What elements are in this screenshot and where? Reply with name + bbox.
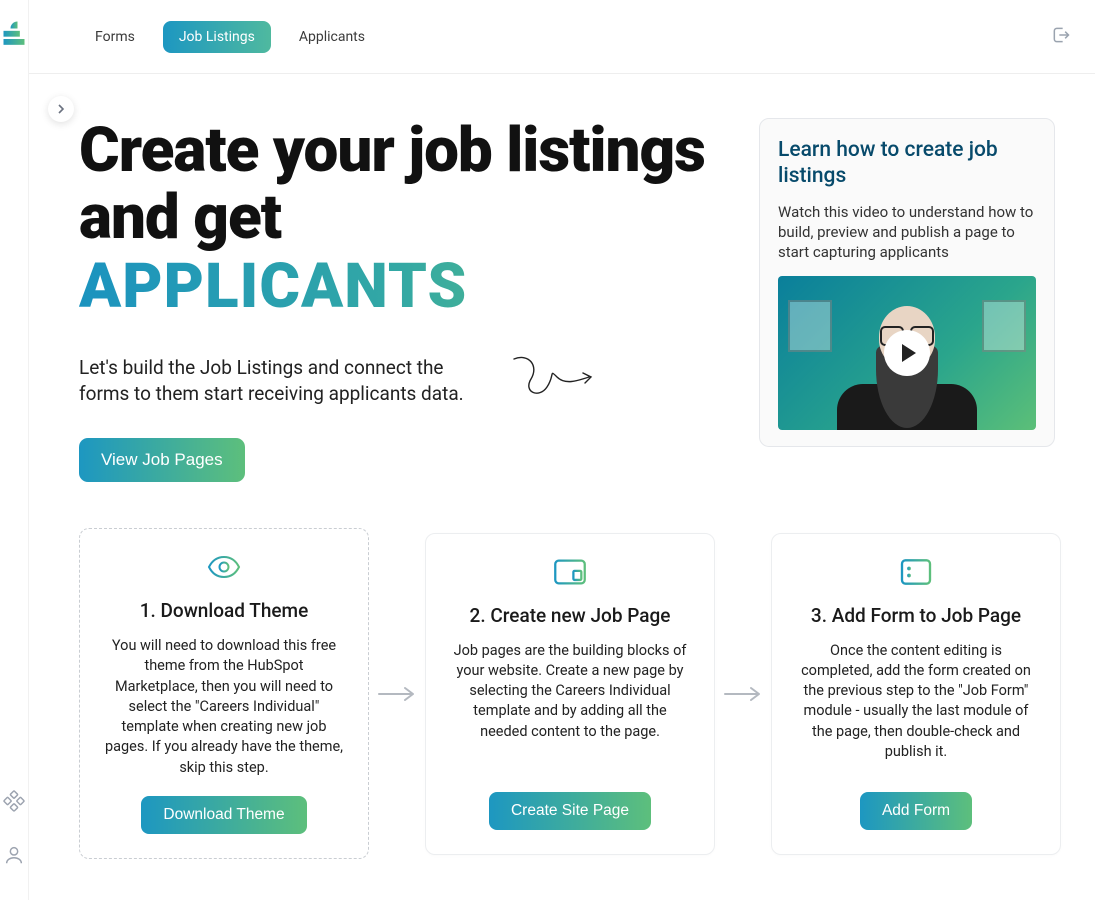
learn-card-text: Watch this video to understand how to bu… [778, 202, 1036, 263]
tab-job-listings[interactable]: Job Listings [163, 21, 271, 53]
play-icon [884, 330, 930, 376]
step-3-text: Once the content editing is completed, a… [794, 641, 1038, 774]
main-content: Forms Job Listings Applicants Create you… [28, 0, 1095, 900]
arrow-right-icon [377, 685, 417, 703]
hero-subtitle: Let's build the Job Listings and connect… [79, 355, 479, 406]
step-1-title: 1. Download Theme [140, 599, 309, 622]
learn-card-title: Learn how to create job listings [778, 137, 1036, 190]
app-logo [0, 18, 28, 46]
expand-sidebar-button[interactable] [48, 96, 74, 122]
doodle-arrow-icon [509, 351, 599, 410]
top-nav: Forms Job Listings Applicants [29, 0, 1095, 74]
step-3-title: 3. Add Form to Job Page [811, 604, 1021, 627]
nav-tabs: Forms Job Listings Applicants [79, 21, 381, 53]
step-2-text: Job pages are the building blocks of you… [448, 641, 692, 774]
apps-icon[interactable] [3, 790, 25, 816]
view-job-pages-button[interactable]: View Job Pages [79, 438, 245, 482]
step-card-1: 1. Download Theme You will need to downl… [79, 528, 369, 859]
arrow-right-icon [723, 685, 763, 703]
tab-forms[interactable]: Forms [79, 21, 151, 53]
user-icon[interactable] [3, 844, 25, 870]
add-form-button[interactable]: Add Form [860, 792, 972, 830]
step-card-2: 2. Create new Job Page Job pages are the… [425, 533, 715, 855]
learn-card: Learn how to create job listings Watch t… [759, 118, 1055, 447]
sidebar [0, 0, 28, 900]
step-2-title: 2. Create new Job Page [470, 604, 671, 627]
eye-icon [207, 553, 241, 585]
step-card-3: 3. Add Form to Job Page Once the content… [771, 533, 1061, 855]
page-icon [553, 558, 587, 590]
step-1-text: You will need to download this free them… [102, 636, 346, 778]
hero-section: Create your job listings and get APPLICA… [79, 118, 719, 482]
download-theme-button[interactable]: Download Theme [141, 796, 306, 834]
form-icon [899, 558, 933, 590]
create-site-page-button[interactable]: Create Site Page [489, 792, 651, 830]
steps-row: 1. Download Theme You will need to downl… [79, 528, 1061, 859]
hero-title-plain: Create your job listings and get [79, 118, 719, 252]
hero-title-highlight: APPLICANTS [79, 254, 719, 319]
video-thumbnail[interactable] [778, 276, 1036, 430]
tab-applicants[interactable]: Applicants [283, 21, 381, 53]
sign-out-icon[interactable] [1051, 25, 1071, 49]
